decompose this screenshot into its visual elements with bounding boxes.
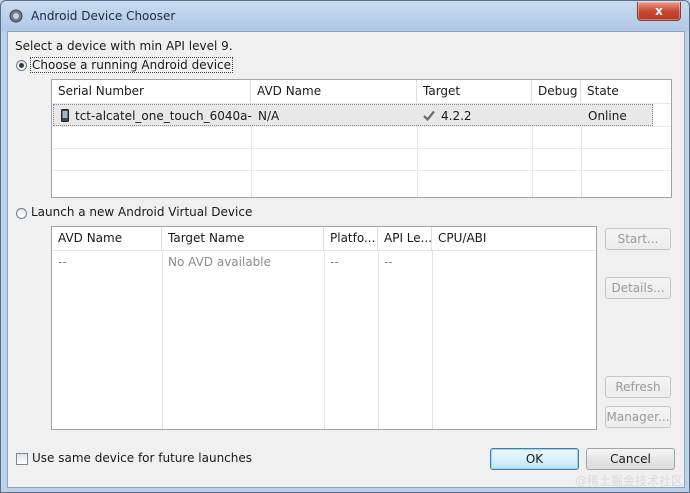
window-title: Android Device Chooser	[31, 9, 176, 23]
details-button[interactable]: Details...	[605, 277, 671, 299]
column-target-name[interactable]: Target Name	[162, 227, 324, 250]
cell-avd-name: --	[58, 255, 67, 269]
cell-cpu-abi	[432, 251, 596, 273]
cell-avd-name: N/A	[258, 109, 280, 123]
device-chooser-window: Android Device Chooser x Select a device…	[0, 0, 690, 493]
column-platform[interactable]: Platfo...	[324, 227, 378, 250]
watermark-text: @稀土掘金技术社区	[574, 474, 683, 488]
same-device-checkbox[interactable]	[16, 453, 28, 465]
same-device-label[interactable]: Use same device for future launches	[32, 451, 252, 465]
cancel-button[interactable]: Cancel	[586, 448, 675, 470]
avd-table-header: AVD Name Target Name Platfo... API Le...…	[52, 227, 596, 251]
cell-platform: --	[330, 255, 339, 269]
avd-table[interactable]: AVD Name Target Name Platfo... API Le...…	[51, 226, 597, 430]
running-devices-table[interactable]: Serial Number AVD Name Target Debug Stat…	[51, 79, 672, 198]
column-serial-number[interactable]: Serial Number	[52, 80, 251, 103]
title-bar[interactable]: Android Device Chooser x	[1, 1, 689, 31]
close-button[interactable]: x	[637, 2, 681, 21]
column-debug[interactable]: Debug	[532, 80, 581, 103]
choose-running-label[interactable]: Choose a running Android device	[30, 57, 234, 73]
start-button[interactable]: Start...	[605, 228, 671, 250]
choose-running-radio[interactable]	[16, 60, 27, 71]
cell-serial: tct-alcatel_one_touch_6040a-N...	[75, 109, 252, 123]
phone-icon	[61, 109, 69, 122]
cell-state: Online	[588, 109, 627, 123]
launch-avd-radio[interactable]	[16, 208, 27, 219]
cell-target-name: No AVD available	[168, 255, 272, 269]
column-avd-name[interactable]: AVD Name	[52, 227, 162, 250]
column-target[interactable]: Target	[417, 80, 532, 103]
column-cpu-abi[interactable]: CPU/ABI	[432, 227, 596, 250]
table-row: -- No AVD available -- --	[52, 251, 596, 273]
launch-avd-label[interactable]: Launch a new Android Virtual Device	[31, 205, 252, 219]
column-avd-name[interactable]: AVD Name	[251, 80, 417, 103]
table-row[interactable]: tct-alcatel_one_touch_6040a-N... N/A 4.2…	[53, 104, 653, 126]
api-level-prompt: Select a device with min API level 9.	[15, 39, 233, 53]
dialog-client-area: Select a device with min API level 9. Ch…	[7, 31, 685, 488]
refresh-button[interactable]: Refresh	[605, 376, 671, 398]
column-state[interactable]: State	[581, 80, 671, 103]
running-table-header: Serial Number AVD Name Target Debug Stat…	[52, 80, 671, 104]
cell-api-level: --	[384, 255, 393, 269]
android-icon	[9, 9, 23, 23]
checkmark-icon	[423, 110, 435, 121]
ok-button[interactable]: OK	[490, 448, 579, 470]
manager-button[interactable]: Manager...	[605, 406, 671, 428]
cell-target: 4.2.2	[441, 109, 472, 123]
column-api-level[interactable]: API Le...	[378, 227, 432, 250]
